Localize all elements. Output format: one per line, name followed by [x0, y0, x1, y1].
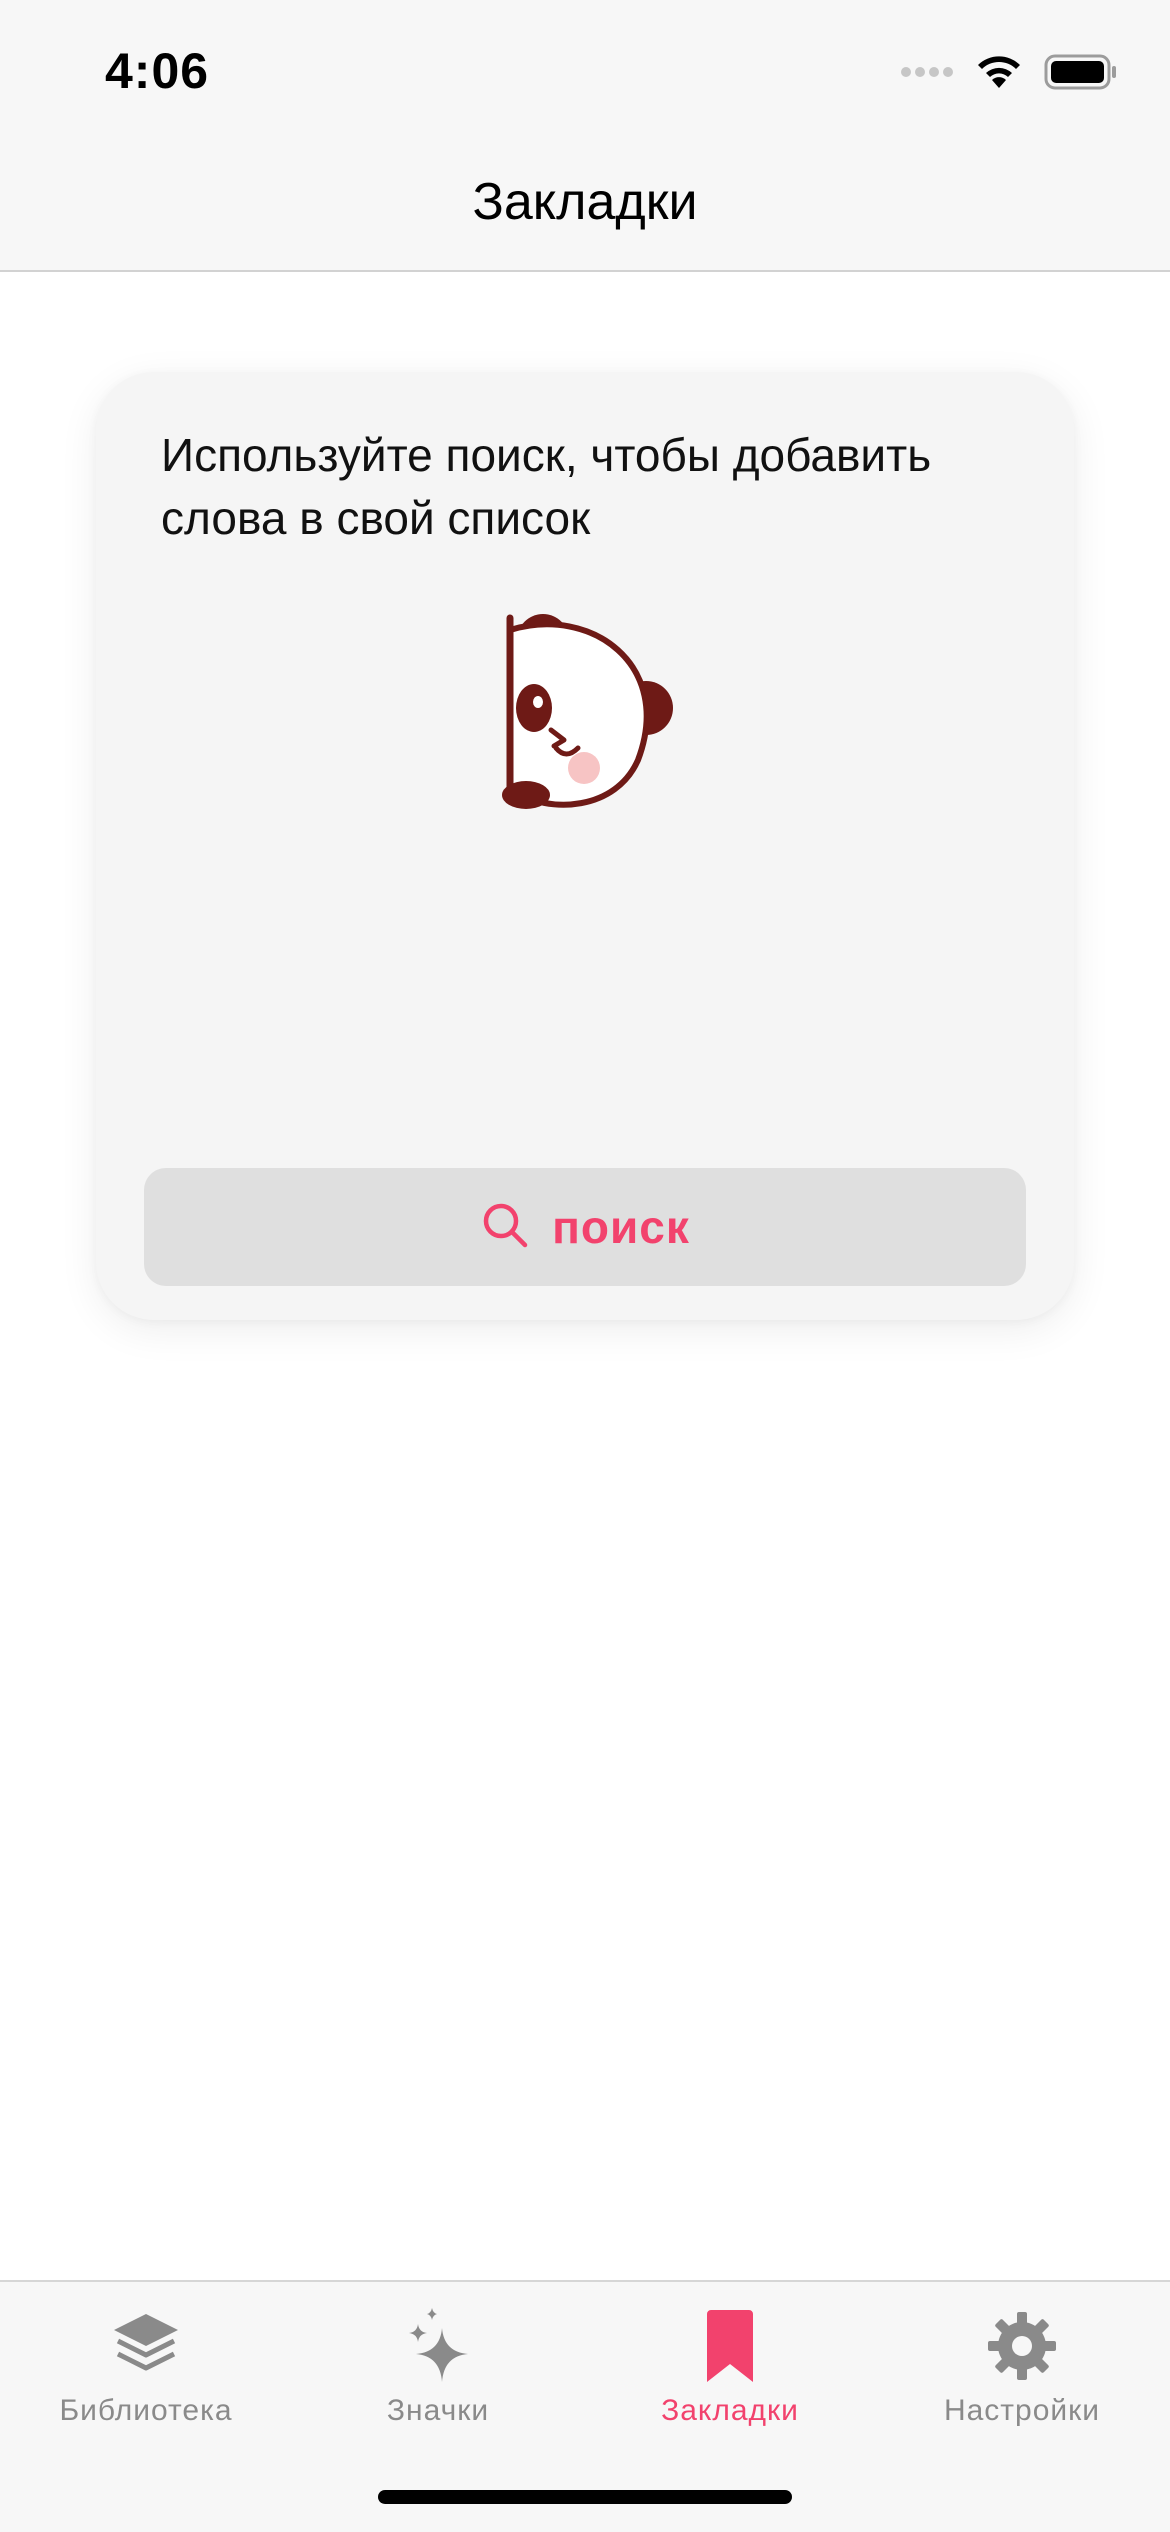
search-icon	[480, 1200, 530, 1255]
navigation-header: 4:06 Закладки	[0, 0, 1170, 272]
search-button-label: поиск	[552, 1201, 690, 1253]
tab-label: Закладки	[661, 2394, 799, 2427]
wifi-icon	[974, 52, 1024, 97]
tab-library[interactable]: Библиотека	[0, 2306, 292, 2446]
empty-state-card: Используйте поиск, чтобы добавить слова …	[96, 372, 1074, 1320]
home-indicator	[378, 2490, 792, 2504]
status-icons	[900, 52, 1118, 96]
battery-icon	[1044, 53, 1118, 96]
gear-icon	[982, 2306, 1062, 2386]
tab-label: Значки	[386, 2394, 490, 2427]
status-time: 4:06	[105, 43, 210, 99]
bookmark-icon	[690, 2306, 770, 2386]
tab-badges[interactable]: Значки	[292, 2306, 584, 2446]
cellular-signal-icon	[900, 65, 954, 84]
sparkles-icon	[398, 2306, 478, 2386]
layers-icon	[106, 2306, 186, 2386]
empty-state-message: Используйте поиск, чтобы добавить слова …	[161, 429, 932, 544]
page-title: Закладки	[472, 173, 698, 231]
tab-bar: Библиотека Значки Закладки Настройки	[0, 2280, 1170, 2532]
tab-label: Библиотека	[59, 2394, 233, 2427]
panda-illustration	[496, 610, 676, 810]
tab-label: Настройки	[943, 2394, 1101, 2427]
tab-bookmarks[interactable]: Закладки	[584, 2306, 876, 2446]
bookmarks-screen: 4:06 Закладки Используйте поиск, чтобы д…	[0, 0, 1170, 2532]
search-button[interactable]: поиск	[144, 1168, 1026, 1286]
tab-settings[interactable]: Настройки	[876, 2306, 1168, 2446]
